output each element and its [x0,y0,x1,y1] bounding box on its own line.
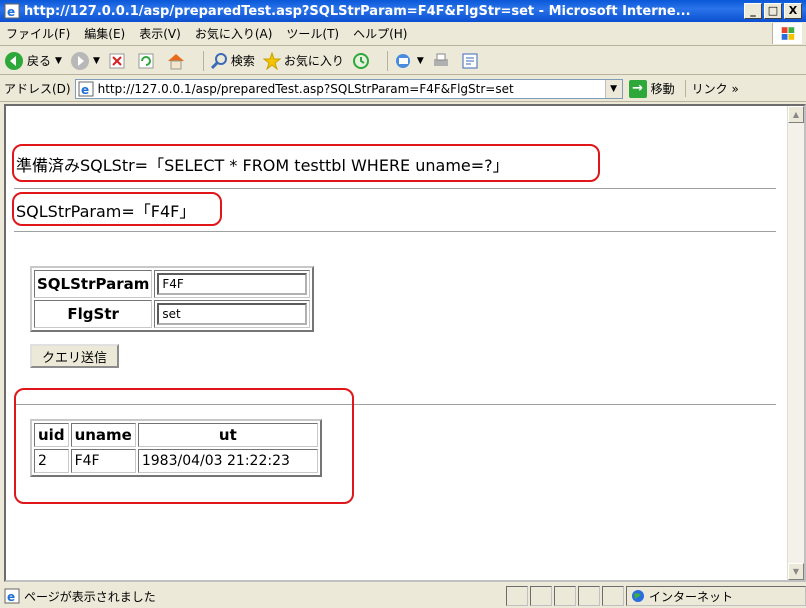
search-button[interactable]: 検索 [210,52,255,70]
home-button[interactable] [166,52,189,70]
menu-help[interactable]: ヘルプ(H) [353,25,407,42]
window-titlebar[interactable]: e http://127.0.0.1/asp/preparedTest.asp?… [0,0,806,22]
status-text: ページが表示されました [24,589,156,604]
status-pane [578,586,600,606]
table-row: 2 F4F 1983/04/03 21:22:23 [34,449,318,473]
refresh-icon [138,53,154,68]
star-icon [262,51,281,70]
chevron-down-icon[interactable]: ▼ [93,56,100,66]
address-input[interactable]: e http://127.0.0.1/asp/preparedTest.asp?… [74,78,623,99]
favorites-button[interactable]: お気に入り [262,51,344,70]
column-header-ut: ut [137,423,318,447]
search-label: 検索 [230,54,255,68]
highlight-box-sql [12,144,600,182]
table-header-row: uid uname ut [34,423,318,447]
standard-toolbar: 戻る ▼ ▼ 検索 お気に入り ▼ [0,47,806,75]
svg-text:e: e [7,5,15,19]
scroll-up-button[interactable]: ▲ [788,106,804,123]
windows-logo-icon [772,23,802,44]
status-pane [506,586,528,606]
svg-text:e: e [81,83,89,97]
toolbar-separator [386,50,388,71]
menubar: ファイル(F) 編集(E) 表示(V) お気に入り(A) ツール(T) ヘルプ(… [0,22,806,46]
home-icon [167,53,184,69]
vertical-scrollbar[interactable]: ▲ ▼ [787,106,804,580]
security-zone[interactable]: インターネット [626,586,806,606]
chevron-up-icon: ▲ [792,110,800,119]
history-button[interactable] [352,52,373,70]
edit-button[interactable] [461,52,482,70]
menu-favorites[interactable]: お気に入り(A) [195,25,273,42]
address-url: http://127.0.0.1/asp/preparedTest.asp?SQ… [97,81,514,96]
query-form-table: SQLStrParam FlgStr [30,266,315,332]
svg-text:e: e [7,590,15,604]
chevron-down-icon[interactable]: ▼ [417,56,424,66]
ie-page-icon: e [4,3,20,19]
submit-query-button[interactable]: クエリ送信 [30,344,120,368]
back-arrow-icon [5,51,23,70]
divider [14,231,776,233]
scroll-down-button[interactable]: ▼ [788,563,804,580]
print-button[interactable] [432,52,453,70]
menu-view[interactable]: 表示(V) [139,25,181,42]
results-table: uid uname ut 2 F4F 1983/04/03 21:22:23 [30,419,322,477]
cell-uid: 2 [34,449,69,473]
mail-button[interactable]: ▼ [394,52,424,70]
mail-icon [395,53,410,68]
status-pane [554,586,576,606]
column-header-uid: uid [34,423,69,447]
stop-icon [109,53,125,68]
field-label-flgstr: FlgStr [34,300,153,328]
field-label-sqlstrparam: SQLStrParam [34,270,153,298]
cell-uname: F4F [70,449,136,473]
go-button[interactable]: → 移動 [628,79,675,98]
printer-icon [433,53,448,66]
go-arrow-icon: → [628,79,647,98]
chevron-down-icon[interactable]: ▼ [55,56,62,66]
menu-edit[interactable]: 編集(E) [84,25,125,42]
forward-button[interactable]: ▼ [70,51,100,71]
stop-button[interactable] [108,52,129,70]
ie-page-icon: e [78,81,94,97]
toolbar-separator [202,50,204,71]
status-bar: e ページが表示されました インターネット [0,584,806,608]
forward-arrow-icon [70,51,89,70]
menu-file[interactable]: ファイル(F) [6,25,70,42]
status-pane [602,586,624,606]
window-title: http://127.0.0.1/asp/preparedTest.asp?SQ… [24,3,691,19]
column-header-uname: uname [70,423,136,447]
back-button[interactable]: 戻る ▼ [4,51,62,71]
close-button[interactable]: X [784,3,802,19]
refresh-button[interactable] [137,52,158,70]
go-label: 移動 [650,82,675,96]
address-bar: アドレス(D) e http://127.0.0.1/asp/preparedT… [0,76,806,102]
links-button[interactable]: リンク » [684,80,739,97]
edit-document-icon [462,53,478,68]
ie-page-icon: e [4,588,20,604]
globe-icon [632,590,644,602]
minimize-button[interactable]: _ [744,3,762,19]
zone-label: インターネット [649,589,734,604]
sqlstrparam-input[interactable] [157,273,308,295]
back-label: 戻る [27,54,52,68]
address-dropdown-button[interactable]: ▼ [604,79,622,98]
favorites-label: お気に入り [283,54,344,68]
content-frame: 準備済みSQLStr=「SELECT * FROM testtbl WHERE … [4,104,806,582]
divider [14,188,776,190]
history-icon [352,52,369,69]
chevron-down-icon: ▼ [610,83,618,94]
status-pane [530,586,552,606]
chevron-down-icon: ▼ [792,567,800,576]
maximize-button[interactable]: □ [764,3,782,19]
search-icon [210,52,227,69]
address-label: アドレス(D) [4,82,71,96]
highlight-box-param [12,192,222,226]
flgstr-input[interactable] [157,303,308,325]
menu-tools[interactable]: ツール(T) [286,25,339,42]
page-content: 準備済みSQLStr=「SELECT * FROM testtbl WHERE … [6,106,786,580]
cell-ut: 1983/04/03 21:22:23 [137,449,318,473]
